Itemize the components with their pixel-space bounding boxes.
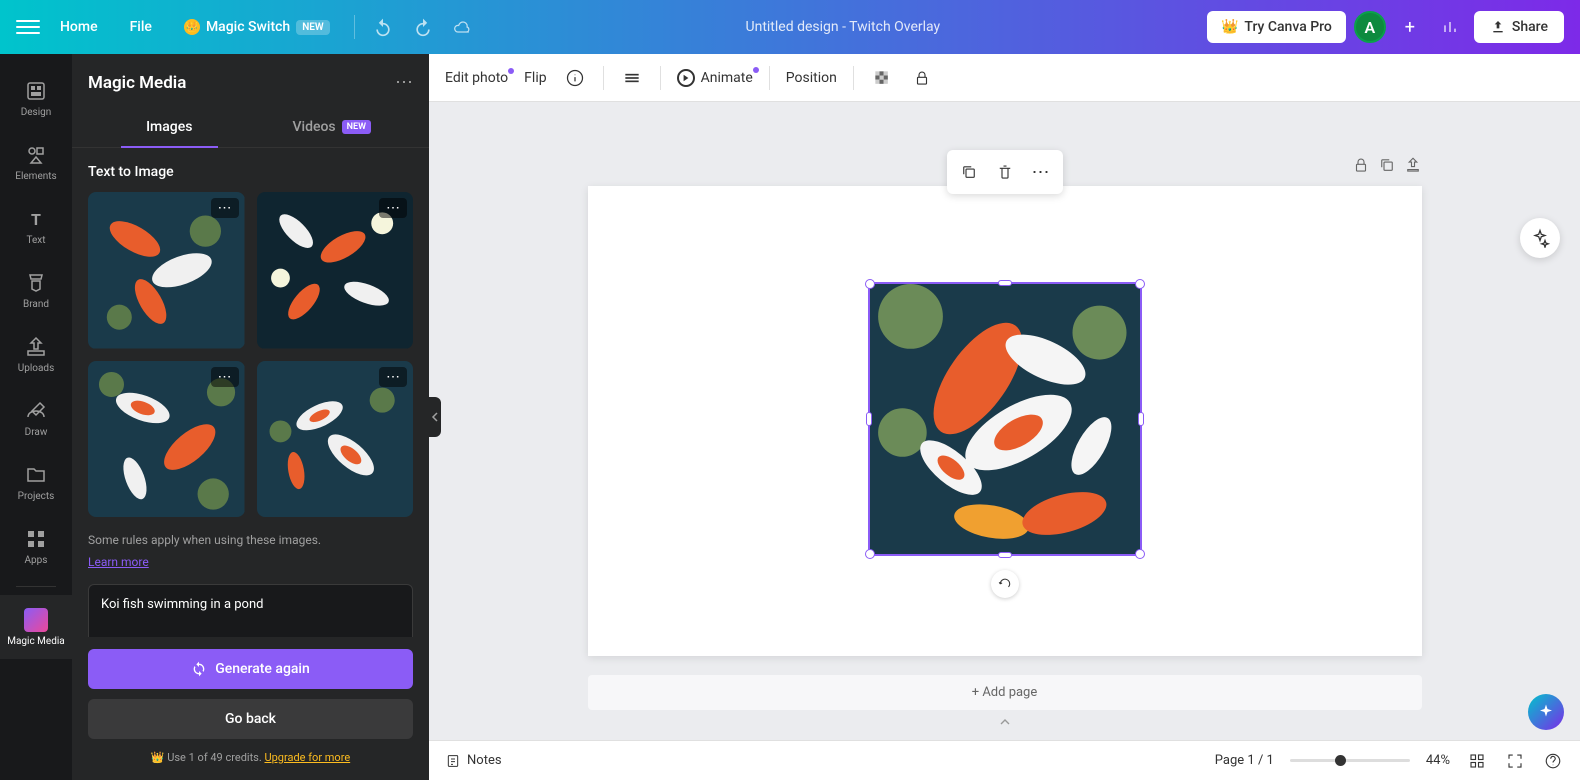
page-duplicate-icon[interactable] (1378, 156, 1396, 174)
nav-projects[interactable]: Projects (0, 450, 72, 514)
rotate-handle[interactable] (991, 570, 1019, 598)
add-member-icon[interactable]: + (1394, 11, 1426, 43)
home-button[interactable]: Home (48, 11, 110, 43)
image-options-icon[interactable]: ⋯ (379, 367, 407, 387)
magic-edit-fab[interactable] (1520, 218, 1560, 258)
rules-text: Some rules apply when using these images… (88, 533, 413, 547)
go-back-button[interactable]: Go back (88, 699, 413, 739)
editor-toolbar: Edit photo Flip Animate Position (429, 54, 1580, 102)
editor-area: Edit photo Flip Animate Position (429, 54, 1580, 780)
zoom-percent[interactable]: 44% (1426, 753, 1450, 768)
crown-icon: 👑 (151, 751, 165, 764)
info-icon[interactable] (563, 66, 587, 90)
flip-button[interactable]: Flip (524, 70, 546, 86)
position-button[interactable]: Position (786, 70, 837, 86)
nav-brand[interactable]: Brand (0, 258, 72, 322)
delete-icon[interactable] (989, 156, 1021, 188)
nav-magic-media[interactable]: Magic Media (0, 595, 72, 659)
generated-image-3[interactable]: ⋯ (88, 361, 245, 518)
resize-edge-top[interactable] (998, 280, 1012, 286)
panel-more-icon[interactable]: ⋯ (395, 72, 413, 93)
canvas-page[interactable]: + Add page (588, 186, 1422, 656)
notification-dot-icon (753, 67, 759, 73)
notification-dot-icon (508, 68, 514, 74)
page-lock-icon[interactable] (1352, 156, 1370, 174)
generate-again-button[interactable]: Generate again (88, 649, 413, 689)
prompt-input[interactable] (88, 584, 413, 637)
canvas-container[interactable]: ⋯ (429, 102, 1580, 740)
nav-text[interactable]: T Text (0, 194, 72, 258)
tab-videos[interactable]: Videos NEW (251, 107, 414, 147)
magic-media-icon (24, 608, 48, 632)
crown-icon: 👑 (1221, 19, 1238, 35)
resize-edge-bottom[interactable] (998, 552, 1012, 558)
crown-icon: 👑 (184, 19, 200, 35)
generated-image-2[interactable]: ⋯ (257, 192, 414, 349)
redo-icon[interactable] (407, 11, 439, 43)
panel-title: Magic Media (88, 73, 186, 93)
bottom-bar: Notes Page 1 / 1 44% (429, 740, 1580, 780)
credits-text: 👑 Use 1 of 49 credits. Upgrade for more (88, 751, 413, 764)
magic-switch-button[interactable]: 👑 Magic Switch NEW (172, 13, 342, 41)
animate-button[interactable]: Animate (677, 69, 753, 87)
nav-uploads[interactable]: Uploads (0, 322, 72, 386)
svg-text:T: T (31, 210, 41, 229)
edit-photo-button[interactable]: Edit photo (445, 70, 508, 86)
tab-images[interactable]: Images (88, 107, 251, 147)
learn-more-link[interactable]: Learn more (88, 555, 149, 569)
generated-image-1[interactable]: ⋯ (88, 192, 245, 349)
file-button[interactable]: File (118, 11, 164, 43)
nav-rail: Design Elements T Text Brand Uploads Dra… (0, 54, 72, 780)
new-badge: NEW (342, 120, 371, 134)
design-title[interactable]: Untitled design - Twitch Overlay (746, 19, 941, 35)
generated-image-4[interactable]: ⋯ (257, 361, 414, 518)
page-chevron-up-icon[interactable] (997, 714, 1013, 734)
try-pro-button[interactable]: 👑 Try Canva Pro (1207, 11, 1346, 43)
insights-icon[interactable] (1434, 11, 1466, 43)
page-controls (1352, 156, 1422, 174)
line-style-icon[interactable] (620, 66, 644, 90)
new-badge: NEW (296, 20, 330, 35)
selected-image[interactable] (868, 282, 1142, 556)
top-header: Home File 👑 Magic Switch NEW Untitled de… (0, 0, 1580, 54)
menu-hamburger-icon[interactable] (16, 15, 40, 39)
zoom-slider[interactable] (1290, 759, 1410, 762)
lock-icon[interactable] (910, 66, 934, 90)
image-options-icon[interactable]: ⋯ (379, 198, 407, 218)
notes-button[interactable]: Notes (445, 753, 502, 769)
resize-edge-left[interactable] (866, 412, 872, 426)
upgrade-link[interactable]: Upgrade for more (264, 751, 350, 764)
help-icon[interactable] (1542, 750, 1564, 772)
side-panel: Magic Media ⋯ Images Videos NEW Text to … (72, 54, 429, 780)
assistant-fab[interactable] (1528, 694, 1564, 730)
undo-icon[interactable] (367, 11, 399, 43)
resize-handle-bl[interactable] (865, 549, 875, 559)
section-title: Text to Image (88, 164, 413, 180)
more-options-icon[interactable]: ⋯ (1025, 156, 1057, 188)
nav-draw[interactable]: Draw (0, 386, 72, 450)
resize-handle-tr[interactable] (1135, 279, 1145, 289)
page-indicator[interactable]: Page 1 / 1 (1215, 753, 1274, 768)
fullscreen-icon[interactable] (1504, 750, 1526, 772)
cloud-sync-icon[interactable] (447, 11, 479, 43)
user-avatar[interactable]: A (1354, 11, 1386, 43)
resize-handle-br[interactable] (1135, 549, 1145, 559)
add-page-button[interactable]: + Add page (588, 675, 1422, 710)
image-options-icon[interactable]: ⋯ (211, 198, 239, 218)
nav-apps[interactable]: Apps (0, 514, 72, 578)
grid-view-icon[interactable] (1466, 750, 1488, 772)
resize-edge-right[interactable] (1138, 412, 1144, 426)
page-export-icon[interactable] (1404, 156, 1422, 174)
zoom-thumb[interactable] (1335, 755, 1346, 766)
resize-handle-tl[interactable] (865, 279, 875, 289)
selection-toolbar: ⋯ (947, 150, 1063, 194)
play-circle-icon (677, 69, 695, 87)
image-options-icon[interactable]: ⋯ (211, 367, 239, 387)
share-button[interactable]: Share (1474, 11, 1564, 43)
transparency-icon[interactable] (870, 66, 894, 90)
nav-elements[interactable]: Elements (0, 130, 72, 194)
magic-switch-label: Magic Switch (206, 19, 290, 35)
duplicate-icon[interactable] (953, 156, 985, 188)
nav-design[interactable]: Design (0, 66, 72, 130)
